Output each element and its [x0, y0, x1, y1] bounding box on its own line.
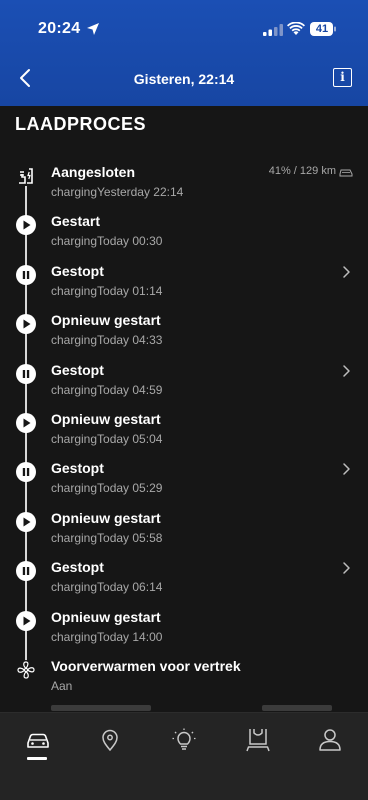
- car-icon: [27, 733, 49, 748]
- event-subtitle: chargingToday 06:14: [51, 580, 163, 595]
- event-subtitle: Aan: [51, 679, 73, 693]
- pause-icon: [16, 264, 36, 285]
- header: 20:24 41 Gisteren, 22:14 i: [0, 0, 368, 106]
- event-title: Opnieuw gestart: [51, 312, 161, 329]
- event-subtitle: chargingYesterday 22:14: [51, 185, 184, 199]
- event-row[interactable]: Gestopt chargingToday 01:14: [0, 257, 368, 306]
- event-subtitle: chargingToday 05:58: [51, 530, 163, 545]
- event-row[interactable]: Gestopt chargingToday 04:59: [0, 356, 368, 405]
- event-subtitle: chargingToday 04:33: [51, 333, 163, 348]
- event-title: Aangesloten: [51, 164, 136, 180]
- tab-shop[interactable]: [244, 726, 272, 754]
- nav-bar: Gisteren, 22:14 i: [0, 58, 368, 100]
- car-small-icon: [339, 169, 353, 177]
- status-bar: 20:24 41: [0, 0, 368, 54]
- signal-icon: [263, 24, 283, 36]
- lightbulb-icon: [172, 728, 196, 750]
- event-subtitle: chargingToday 04:59: [51, 382, 163, 397]
- active-tab-indicator: [27, 757, 47, 760]
- section-title: LAADPROCES: [15, 114, 147, 134]
- pause-icon: [16, 561, 36, 582]
- tab-map[interactable]: [96, 726, 124, 754]
- event-charge-info: 41% / 129 km: [268, 165, 336, 177]
- play-icon: [16, 215, 36, 236]
- event-subtitle: chargingToday 01:14: [51, 283, 163, 298]
- chevron-right-icon[interactable]: [340, 265, 352, 279]
- event-row: Opnieuw gestart chargingToday 04:33: [0, 306, 368, 355]
- status-time: 20:24: [38, 20, 81, 37]
- event-title: Opnieuw gestart: [51, 509, 161, 526]
- event-title: Gestopt: [51, 361, 104, 378]
- event-title: Opnieuw gestart: [51, 608, 161, 625]
- event-title: Opnieuw gestart: [51, 411, 161, 427]
- fan-icon: [16, 660, 36, 680]
- location-arrow-icon: [87, 23, 99, 35]
- event-title: Gestopt: [51, 262, 104, 279]
- event-row: Opnieuw gestart chargingToday 14:00: [0, 603, 368, 652]
- play-icon: [16, 413, 36, 433]
- event-subtitle: chargingToday 05:29: [51, 481, 163, 496]
- info-button[interactable]: i: [333, 68, 352, 87]
- event-title: Voorverwarmen voor vertrek: [51, 658, 241, 674]
- event-row: Opnieuw gestart chargingToday 05:58: [0, 504, 368, 553]
- event-row: Gestart chargingToday 00:30: [0, 207, 368, 256]
- tab-profile[interactable]: [316, 726, 344, 754]
- event-subtitle: chargingToday 00:30: [51, 234, 163, 249]
- location-pin-icon: [102, 729, 118, 752]
- event-row: Voorverwarmen voor vertrek Aan: [0, 652, 368, 701]
- tab-inspiration[interactable]: [170, 726, 198, 754]
- battery-level: 41: [315, 23, 329, 35]
- event-title: Gestopt: [51, 559, 104, 576]
- chevron-right-icon[interactable]: [340, 462, 352, 476]
- event-row[interactable]: Gestopt chargingToday 05:29: [0, 454, 368, 503]
- shop-icon: [246, 729, 270, 752]
- chevron-right-icon[interactable]: [340, 364, 352, 378]
- plug-icon: [16, 166, 36, 186]
- page-title: Gisteren, 22:14: [133, 71, 235, 87]
- pause-icon: [16, 462, 36, 483]
- play-icon: [16, 314, 36, 335]
- event-row[interactable]: Gestopt chargingToday 06:14: [0, 553, 368, 602]
- profile-icon: [319, 729, 341, 751]
- wifi-icon: [287, 22, 305, 35]
- event-subtitle: chargingToday 14:00: [51, 629, 163, 644]
- event-subtitle: chargingToday 05:04: [51, 432, 163, 446]
- tab-bar: [0, 712, 368, 800]
- tab-car[interactable]: [24, 726, 52, 754]
- chevron-right-icon[interactable]: [340, 561, 352, 575]
- event-row: Aangesloten chargingYesterday 22:14 41% / …: [0, 158, 368, 207]
- event-title: Gestopt: [51, 460, 104, 477]
- play-icon: [16, 511, 36, 532]
- pause-icon: [16, 363, 36, 384]
- event-title: Gestart: [51, 213, 101, 230]
- event-row: Opnieuw gestart chargingToday 05:04: [0, 405, 368, 454]
- play-icon: [16, 610, 36, 631]
